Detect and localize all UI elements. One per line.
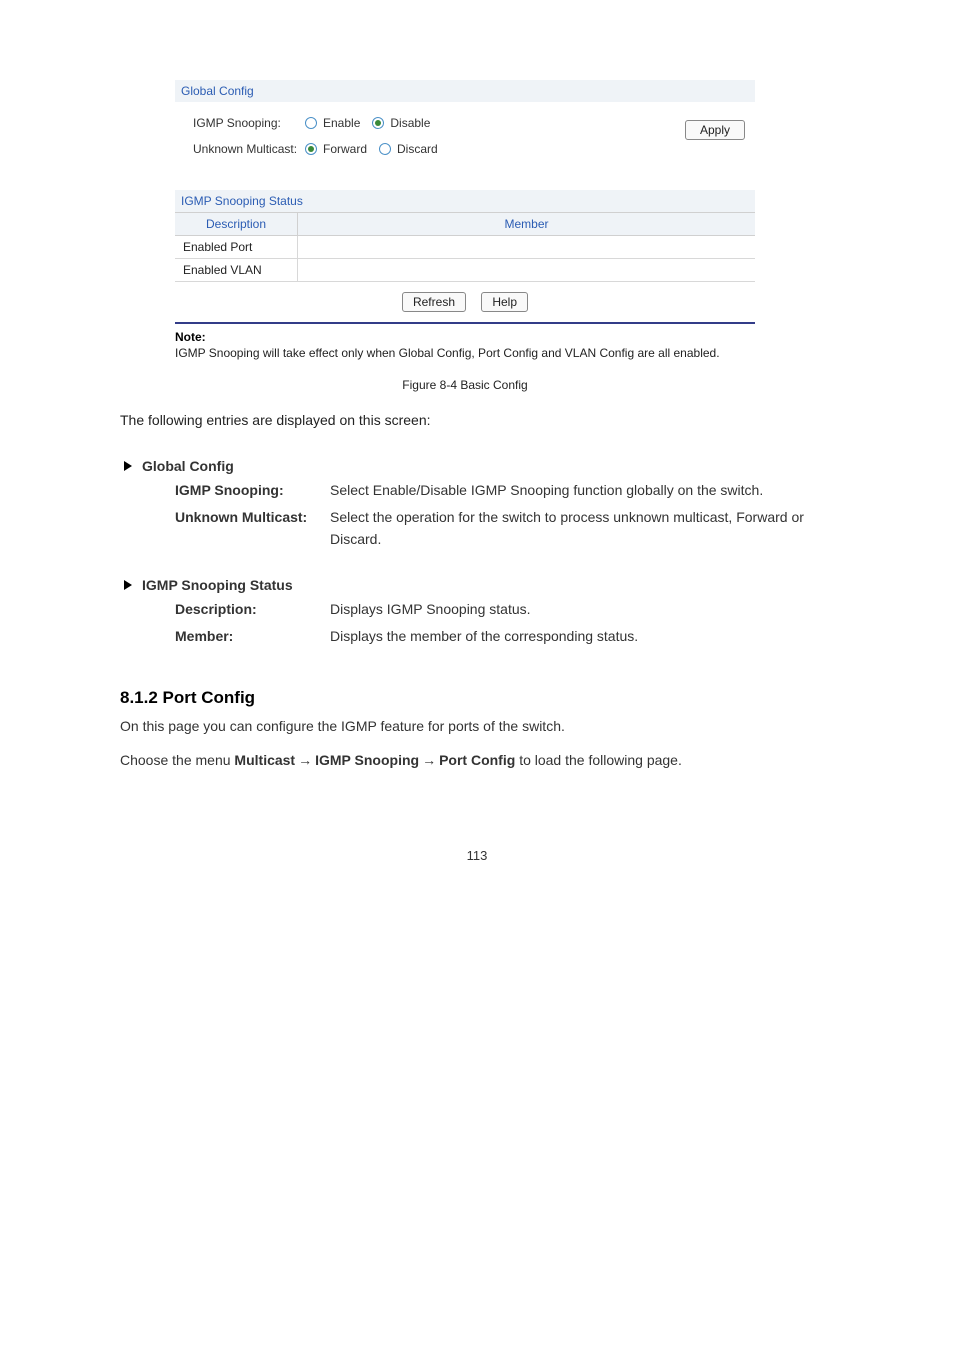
unknown-forward-radio[interactable] [305,143,317,155]
unknown-discard-text: Discard [397,142,438,156]
igmp-enable-radio[interactable] [305,117,317,129]
igmp-snooping-label: IGMP Snooping: [193,116,305,130]
global-config-heading: Global Config [142,458,234,474]
refresh-button[interactable]: Refresh [402,292,466,312]
igmp-disable-text: Disable [390,116,430,130]
chevron-right-icon [124,461,132,471]
intro-text: The following entries are displayed on t… [120,410,820,432]
table-row: Enabled Port [175,236,755,259]
arrow-icon: → [422,752,436,768]
breadcrumb-p3: Port Config [439,752,515,768]
arrow-icon: → [298,752,312,768]
def-body-description: Displays IGMP Snooping status. [330,599,815,621]
port-config-para: On this page you can configure the IGMP … [120,716,834,738]
status-header-member: Member [298,213,756,236]
row1-desc: Enabled VLAN [175,259,298,282]
port-config-heading: 8.1.2 Port Config [120,688,834,708]
def-body-member: Displays the member of the corresponding… [330,626,815,648]
note-title: Note: [175,330,755,344]
breadcrumb-prefix: Choose the menu [120,752,231,768]
breadcrumb-suffix: to load the following page. [519,752,682,768]
status-title: IGMP Snooping Status [175,190,755,213]
def-term-unknown: Unknown Multicast: [175,507,330,550]
breadcrumb: Choose the menu Multicast→IGMP Snooping→… [120,752,834,768]
def-body-unknown: Select the operation for the switch to p… [330,507,815,550]
def-term-description: Description: [175,599,330,621]
table-row: Enabled VLAN [175,259,755,282]
help-button[interactable]: Help [481,292,528,312]
def-body-igmp: Select Enable/Disable IGMP Snooping func… [330,480,815,502]
breadcrumb-p1: Multicast [234,752,295,768]
row0-desc: Enabled Port [175,236,298,259]
global-config-title: Global Config [175,80,755,102]
unknown-forward-text: Forward [323,142,367,156]
status-header-desc: Description [175,213,298,236]
igmp-enable-text: Enable [323,116,360,130]
status-table: Description Member Enabled Port Enabled … [175,213,755,282]
unknown-multicast-label: Unknown Multicast: [193,142,305,156]
def-term-igmp: IGMP Snooping: [175,480,330,502]
unknown-discard-radio[interactable] [379,143,391,155]
status-heading: IGMP Snooping Status [142,577,293,593]
apply-button[interactable]: Apply [685,120,745,140]
page-number: 113 [120,848,834,863]
row0-member [298,236,756,259]
def-term-member: Member: [175,626,330,648]
row1-member [298,259,756,282]
chevron-right-icon [124,580,132,590]
figure-caption: Figure 8-4 Basic Config [175,378,755,392]
igmp-disable-radio[interactable] [372,117,384,129]
breadcrumb-p2: IGMP Snooping [315,752,419,768]
note-body: IGMP Snooping will take effect only when… [175,346,755,360]
